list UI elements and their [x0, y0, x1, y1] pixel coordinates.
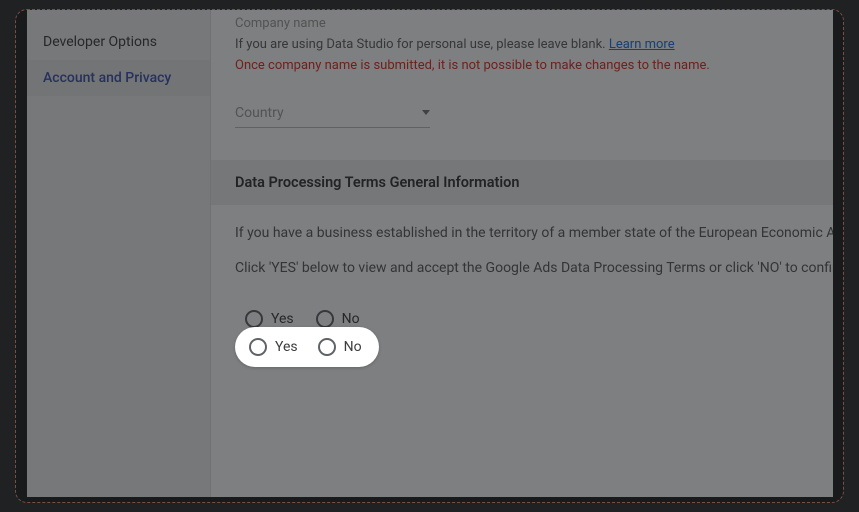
- company-name-placeholder: Company name: [235, 16, 809, 31]
- radio-icon: [318, 338, 336, 356]
- radio-no-label: No: [344, 339, 362, 355]
- dpt-paragraph-1: If you have a business established in th…: [235, 223, 809, 245]
- country-select[interactable]: Country: [235, 101, 430, 128]
- radio-no[interactable]: No: [318, 338, 362, 356]
- radio-icon: [316, 310, 334, 328]
- radio-no-label: No: [342, 311, 360, 327]
- dpt-paragraph-2: Click 'YES' below to view and accept the…: [235, 258, 809, 280]
- radio-yes-label: Yes: [275, 339, 298, 355]
- radio-yes-label: Yes: [271, 311, 294, 327]
- company-section: Company name If you are using Data Studi…: [211, 10, 833, 138]
- data-processing-body: If you have a business established in th…: [211, 205, 833, 294]
- country-placeholder: Country: [235, 105, 284, 121]
- data-processing-header: Data Processing Terms General Informatio…: [211, 160, 833, 205]
- settings-sidebar: Developer Options Account and Privacy: [27, 10, 211, 497]
- company-helper-text: If you are using Data Studio for persona…: [235, 35, 809, 56]
- dpt-radio-group: Yes No: [235, 327, 379, 367]
- sidebar-item-label: Account and Privacy: [43, 70, 171, 86]
- learn-more-link[interactable]: Learn more: [609, 37, 675, 52]
- settings-main: Company name If you are using Data Studi…: [211, 10, 833, 497]
- settings-window: Developer Options Account and Privacy Co…: [27, 10, 833, 497]
- radio-icon: [249, 338, 267, 356]
- radio-yes[interactable]: Yes: [249, 338, 298, 356]
- outer-frame: Developer Options Account and Privacy Co…: [15, 9, 844, 503]
- company-warning-text: Once company name is submitted, it is no…: [235, 58, 809, 73]
- radio-yes-bg[interactable]: Yes: [245, 310, 294, 328]
- radio-no-bg[interactable]: No: [316, 310, 360, 328]
- company-helper-prefix: If you are using Data Studio for persona…: [235, 37, 609, 52]
- chevron-down-icon: [422, 110, 430, 115]
- radio-icon: [245, 310, 263, 328]
- sidebar-item-label: Developer Options: [43, 34, 157, 50]
- sidebar-item-account-privacy[interactable]: Account and Privacy: [27, 60, 210, 96]
- sidebar-item-developer-options[interactable]: Developer Options: [27, 24, 210, 60]
